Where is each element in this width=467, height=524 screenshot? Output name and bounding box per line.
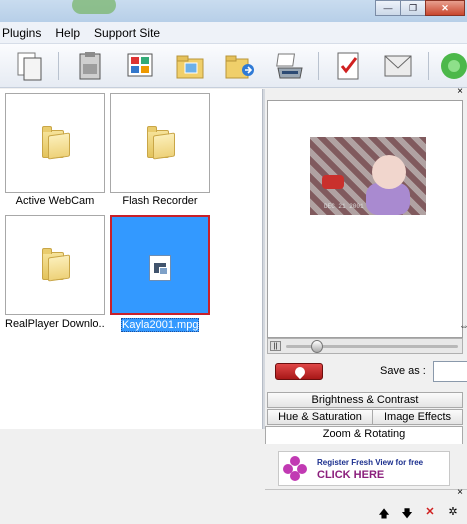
window-controls: — ❐ ✕ — [375, 0, 465, 16]
video-preview: DEC 21 2001 — [267, 100, 463, 338]
banner-cta: CLICK HERE — [317, 469, 385, 481]
thumbnail-caption: Active WebCam — [15, 195, 95, 207]
title-bar: — ❐ ✕ — [0, 0, 467, 22]
toolbar-separator — [428, 52, 429, 80]
save-as-input[interactable] — [433, 361, 467, 382]
move-up-icon[interactable]: 🡅 — [377, 505, 391, 524]
seek-slider-knob[interactable] — [310, 340, 323, 353]
video-file-icon — [149, 255, 171, 281]
preview-panel: × DEC 21 2001 ⇔ || Save as : Brightness … — [265, 86, 467, 520]
tab-brightness-contrast[interactable]: Brightness & Contrast — [267, 392, 463, 408]
email-icon[interactable] — [382, 50, 414, 82]
thumbnail-grid: Active WebCam Flash Recorder RealPlayer … — [0, 89, 262, 429]
options-icon[interactable]: ✲ — [446, 505, 460, 524]
panel-close-icon[interactable]: × — [457, 487, 463, 498]
menu-plugins[interactable]: Plugins — [0, 26, 47, 40]
toolbar-separator — [58, 52, 59, 80]
thumbnail-caption-selected: Kayla2001.mpg — [121, 318, 199, 332]
register-banner[interactable]: Register Fresh View for free CLICK HERE — [278, 451, 450, 486]
drop-icon — [292, 364, 308, 380]
thumbnail-realplayer-downloads[interactable] — [5, 215, 105, 315]
panel-close-icon[interactable]: × — [457, 86, 463, 97]
green-plugin-icon[interactable] — [438, 50, 467, 82]
resize-grip-icon[interactable]: ⇔ — [459, 321, 467, 332]
slideshow-icon[interactable] — [124, 50, 156, 82]
save-as-label: Save as : — [380, 365, 426, 377]
menu-bar: Plugins Help Support Site — [0, 22, 467, 44]
save-row: Save as : — [265, 359, 467, 385]
banner-text: Register Fresh View for free — [317, 458, 424, 467]
app-logo-icon — [72, 0, 116, 14]
video-frame[interactable]: DEC 21 2001 — [310, 137, 426, 215]
folder-icon — [42, 126, 70, 160]
thumbnail-kayla2001[interactable] — [110, 215, 210, 315]
thumbnail-caption: RealPlayer Downlo... — [5, 318, 105, 330]
thumbnail-active-webcam[interactable] — [5, 93, 105, 193]
clipboard-icon[interactable] — [74, 50, 106, 82]
panel-header: × — [265, 487, 467, 499]
folder-images-icon[interactable] — [174, 50, 206, 82]
tab-image-effects[interactable]: Image Effects — [372, 409, 463, 425]
folder-share-icon[interactable] — [224, 50, 256, 82]
folder-icon — [147, 126, 175, 160]
thumbnail-flash-recorder[interactable] — [110, 93, 210, 193]
playback-bar: || — [267, 338, 463, 354]
move-down-icon[interactable]: 🡇 — [400, 505, 414, 524]
toolbar — [0, 44, 467, 88]
folder-icon — [42, 248, 70, 282]
tab-hue-saturation[interactable]: Hue & Saturation — [267, 409, 373, 425]
record-button[interactable] — [275, 363, 323, 380]
flower-logo-icon — [283, 456, 307, 482]
panel-header: × — [265, 86, 467, 99]
menu-support-site[interactable]: Support Site — [92, 26, 166, 40]
copy-pages-icon[interactable] — [14, 50, 46, 82]
restore-button[interactable]: ❐ — [400, 0, 426, 16]
video-timestamp: DEC 21 2001 — [324, 203, 364, 210]
scanner-icon[interactable] — [274, 50, 306, 82]
thumbnail-caption: Flash Recorder — [122, 195, 198, 207]
list-controls: 🡅 🡇 ✕ ✲ — [377, 505, 460, 524]
checklist-icon[interactable] — [332, 50, 364, 82]
delete-icon[interactable]: ✕ — [423, 505, 437, 524]
pause-button[interactable]: || — [270, 341, 281, 351]
minimize-button[interactable]: — — [375, 0, 401, 16]
menu-help[interactable]: Help — [53, 26, 86, 40]
close-button[interactable]: ✕ — [425, 0, 465, 16]
toolbar-separator — [318, 52, 319, 80]
